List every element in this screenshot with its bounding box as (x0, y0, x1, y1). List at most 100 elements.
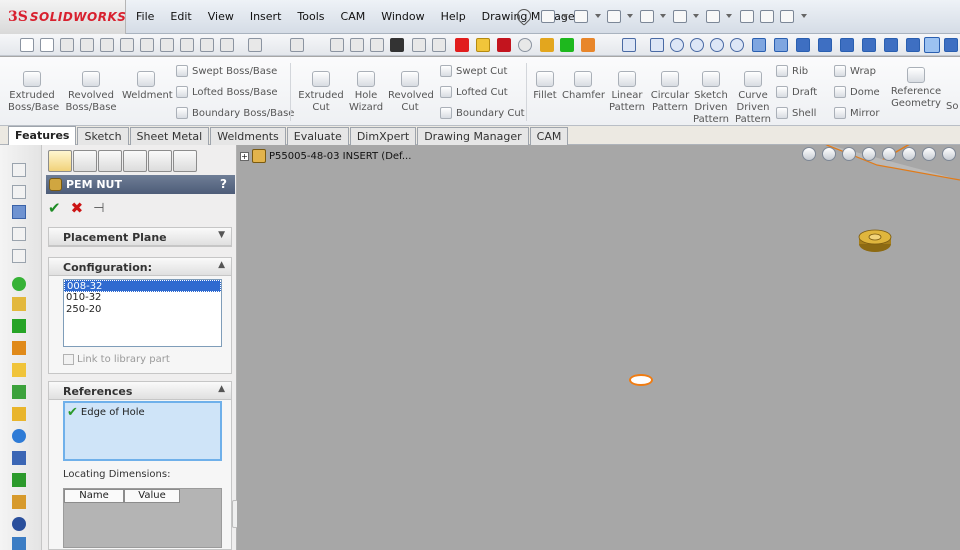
dimension-filter-icon[interactable] (12, 473, 26, 487)
layout-icon[interactable] (432, 38, 446, 52)
new-icon[interactable] (20, 38, 34, 52)
camera-icon[interactable] (390, 38, 404, 52)
help-button[interactable]: ? (220, 177, 227, 191)
filter-icon[interactable] (12, 185, 26, 199)
pencil-icon[interactable] (540, 38, 554, 52)
red-square-icon[interactable] (497, 38, 511, 52)
view-front-icon[interactable] (796, 38, 810, 52)
mirror-button[interactable]: Mirror (834, 107, 879, 119)
save-as-icon[interactable] (80, 38, 94, 52)
curve-filter-icon[interactable] (12, 451, 26, 465)
save-icon[interactable] (607, 10, 621, 23)
hole-wizard-button[interactable]: Hole Wizard (346, 71, 386, 114)
chevron-down-icon[interactable] (726, 14, 732, 18)
dimxpert-manager-tab-icon[interactable] (123, 150, 147, 172)
zoom-to-fit-icon[interactable] (670, 38, 684, 52)
reference-geometry-button[interactable]: Reference Geometry (888, 67, 944, 110)
redo-icon[interactable] (248, 38, 262, 52)
open-folder-icon[interactable] (574, 10, 588, 23)
save-icon[interactable] (60, 38, 74, 52)
link-library-checkbox[interactable] (63, 354, 74, 365)
circular-pattern-button[interactable]: Circular Pattern (650, 71, 690, 114)
cancel-x-icon[interactable]: ✖ (71, 199, 84, 217)
configuration-manager-tab-icon[interactable] (98, 150, 122, 172)
revolved-boss-button[interactable]: Revolved Boss/Base (64, 71, 118, 114)
chevron-down-icon[interactable] (595, 14, 601, 18)
copy-icon[interactable] (160, 38, 174, 52)
face-filter-icon[interactable] (12, 319, 26, 333)
edit-appearance-icon[interactable] (942, 147, 956, 161)
annotation-filter-icon[interactable] (12, 495, 26, 509)
menu-cam[interactable]: CAM (333, 10, 374, 23)
pushpin-icon[interactable]: ⊣ (93, 201, 104, 216)
body-filter-icon[interactable] (12, 429, 26, 443)
chamfer-button[interactable]: Chamfer (562, 71, 605, 102)
menu-tools[interactable]: Tools (289, 10, 332, 23)
pan-icon[interactable] (774, 38, 788, 52)
menu-edit[interactable]: Edit (162, 10, 199, 23)
open-icon[interactable] (40, 38, 54, 52)
expand-icon[interactable]: + (240, 151, 249, 161)
reference-item[interactable]: Edge of Hole (81, 407, 145, 418)
edge-filter-icon[interactable] (12, 297, 26, 311)
curve-driven-pattern-button[interactable]: Curve Driven Pattern (734, 71, 772, 126)
orange-square-icon[interactable] (581, 38, 595, 52)
vertex-filter-icon[interactable] (12, 341, 26, 355)
chevron-down-icon[interactable] (660, 14, 666, 18)
column-value-header[interactable]: Value (124, 489, 180, 503)
view-orientation-icon[interactable] (882, 147, 896, 161)
surface-filter-icon[interactable] (12, 517, 26, 531)
rebuild-icon[interactable] (740, 10, 754, 23)
view-normal-icon[interactable] (944, 38, 958, 52)
select-icon[interactable] (706, 10, 720, 23)
anchor-icon[interactable] (622, 38, 636, 52)
configuration-list[interactable]: 008-32 010-32 250-20 (63, 279, 222, 347)
tab-sheet-metal[interactable]: Sheet Metal (129, 127, 210, 145)
options-icon[interactable] (780, 10, 794, 23)
print-icon[interactable] (640, 10, 654, 23)
menu-file[interactable]: File (128, 10, 162, 23)
cut-icon[interactable] (140, 38, 154, 52)
view-bottom-icon[interactable] (906, 38, 920, 52)
extruded-cut-button[interactable]: Extruded Cut (298, 71, 344, 114)
linear-pattern-button[interactable]: Linear Pattern (606, 71, 648, 114)
view-back-icon[interactable] (818, 38, 832, 52)
file-properties-icon[interactable] (760, 10, 774, 23)
chevron-down-icon[interactable] (562, 14, 568, 18)
zoom-in-out-icon[interactable] (710, 38, 724, 52)
sketch-filter-icon[interactable] (12, 407, 26, 421)
extruded-boss-button[interactable]: Extruded Boss/Base (8, 71, 59, 114)
tree-root-label[interactable]: P55005-48-03 INSERT (Def... (269, 151, 411, 162)
display-style-icon[interactable] (902, 147, 916, 161)
view-top-icon[interactable] (884, 38, 898, 52)
zoom-area-icon[interactable] (690, 38, 704, 52)
filter-icon[interactable] (650, 38, 664, 52)
smart-dimension-icon[interactable] (370, 38, 384, 52)
menu-help[interactable]: Help (433, 10, 474, 23)
rebuild-icon[interactable] (330, 38, 344, 52)
view-left-icon[interactable] (840, 38, 854, 52)
rib-button[interactable]: Rib (776, 65, 808, 77)
print-icon[interactable] (100, 38, 114, 52)
lofted-boss-button[interactable]: Lofted Boss/Base (176, 86, 278, 98)
select-icon[interactable] (290, 38, 304, 52)
swept-boss-button[interactable]: Swept Boss/Base (176, 65, 277, 77)
display-manager-tab-icon[interactable] (148, 150, 172, 172)
chevron-down-icon[interactable] (693, 14, 699, 18)
tab-cam[interactable]: CAM (529, 127, 569, 145)
sketch-icon[interactable] (350, 38, 364, 52)
hide-show-items-icon[interactable] (922, 147, 936, 161)
zoom-to-fit-icon[interactable] (802, 147, 816, 161)
zoom-icon[interactable] (200, 38, 214, 52)
zoom-selection-icon[interactable] (730, 38, 744, 52)
filter-icon[interactable] (12, 205, 26, 219)
boundary-cut-button[interactable]: Boundary Cut (440, 107, 525, 119)
references-selection-box[interactable]: ✔ Edge of Hole (63, 401, 222, 461)
solid-filter-icon[interactable] (12, 537, 26, 550)
paste-icon[interactable] (180, 38, 194, 52)
sketch-driven-pattern-button[interactable]: Sketch Driven Pattern (692, 71, 730, 126)
tab-dimxpert[interactable]: DimXpert (349, 127, 417, 145)
tab-sketch[interactable]: Sketch (77, 127, 129, 145)
rotate-icon[interactable] (752, 38, 766, 52)
list-item[interactable]: 008-32 (64, 280, 221, 292)
